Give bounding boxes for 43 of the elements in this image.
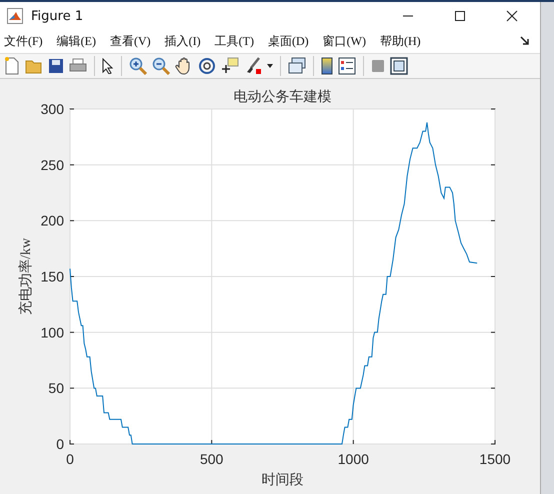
hide-tools-icon[interactable] bbox=[371, 58, 385, 73]
caret-icon[interactable] bbox=[267, 62, 273, 69]
x-tick-label: 1000 bbox=[338, 451, 369, 467]
y-tick-label: 150 bbox=[40, 268, 64, 284]
y-tick-label: 50 bbox=[48, 380, 64, 396]
y-tick-label: 0 bbox=[56, 436, 64, 452]
menu-item[interactable]: 查看(V) bbox=[110, 32, 151, 50]
print-icon[interactable] bbox=[69, 58, 87, 74]
x-tick-label: 1500 bbox=[479, 451, 511, 467]
window-title: Figure 1 bbox=[31, 8, 84, 24]
linked-windows-icon[interactable] bbox=[288, 56, 306, 75]
folder-icon[interactable] bbox=[25, 58, 43, 74]
rotate-icon[interactable] bbox=[198, 56, 216, 75]
y-tick-label: 100 bbox=[40, 324, 64, 340]
menu-item[interactable]: 窗口(W) bbox=[322, 32, 366, 50]
close-icon[interactable] bbox=[506, 10, 518, 22]
pointer-icon[interactable] bbox=[102, 58, 114, 74]
legend-icon[interactable] bbox=[338, 56, 356, 75]
x-tick-label: 0 bbox=[66, 451, 74, 467]
y-tick-label: 300 bbox=[40, 101, 64, 117]
menu-item[interactable]: 插入(I) bbox=[164, 32, 201, 50]
y-tick-label: 250 bbox=[40, 156, 64, 173]
zoom-in-icon[interactable] bbox=[129, 56, 147, 75]
menu-item[interactable]: 编辑(E) bbox=[56, 32, 96, 50]
colorbar-icon[interactable] bbox=[321, 56, 333, 75]
show-tools-icon[interactable] bbox=[390, 56, 408, 75]
brush-icon[interactable] bbox=[244, 56, 262, 75]
chart-title: 电动公务车建模 bbox=[234, 90, 332, 105]
new-file-icon[interactable] bbox=[4, 56, 20, 75]
y-tick-label: 200 bbox=[40, 212, 64, 229]
menu-item[interactable]: 工具(T) bbox=[214, 32, 254, 50]
menu-item[interactable]: 桌面(D) bbox=[268, 32, 309, 50]
save-icon[interactable] bbox=[48, 58, 64, 74]
dock-arrow-icon[interactable] bbox=[520, 36, 530, 46]
x-tick-label: 500 bbox=[200, 451, 224, 467]
maximize-icon[interactable] bbox=[454, 10, 466, 22]
zoom-out-icon[interactable] bbox=[152, 56, 170, 75]
menu-item[interactable]: 文件(F) bbox=[4, 32, 43, 50]
menu-item[interactable]: 帮助(H) bbox=[380, 32, 421, 50]
x-axis-label: 时间段 bbox=[262, 473, 304, 488]
y-axis-label: 充电功率/kw bbox=[19, 238, 34, 315]
data-cursor-icon[interactable] bbox=[221, 56, 239, 75]
app-logo-icon bbox=[7, 8, 23, 24]
